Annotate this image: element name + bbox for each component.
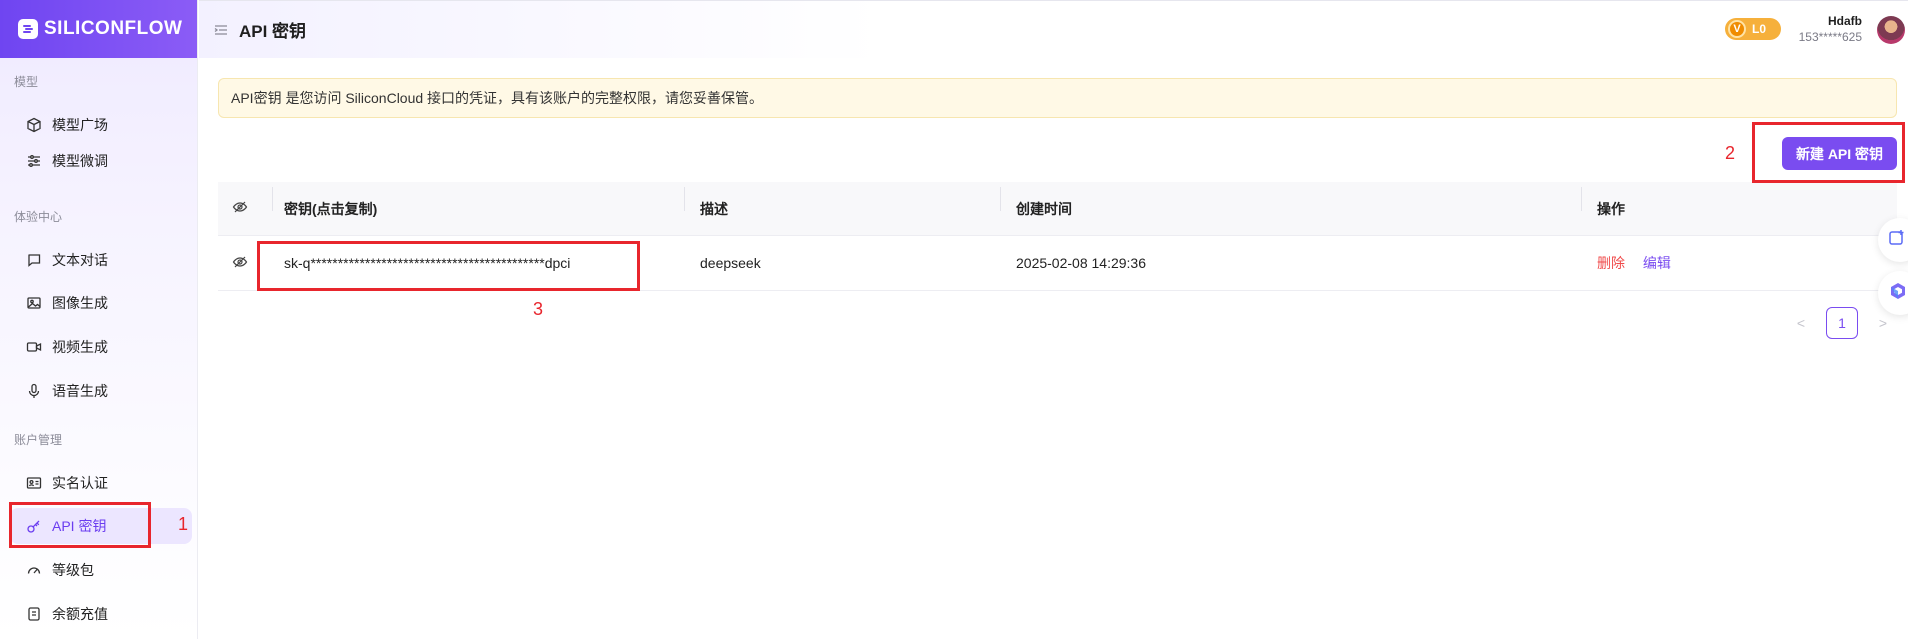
user-name: Hdafb [1828,14,1862,28]
sidebar-item-audio-gen[interactable]: 语音生成 [10,373,192,409]
sidebar-item-label: 实名认证 [52,475,108,491]
section-title-account: 账户管理 [14,433,63,447]
annotation-number-2: 2 [1725,143,1736,163]
sidebar-item-label: 图像生成 [52,295,108,311]
prev-page-button[interactable]: < [1790,315,1812,331]
sliders-icon [26,153,42,169]
annotation-box-3 [257,241,640,291]
sidebar-item-level-pack[interactable]: 等级包 [10,552,192,588]
add-note-icon [1888,229,1906,252]
column-header-created: 创建时间 [1000,186,1581,219]
column-header-description: 描述 [684,186,1000,219]
video-icon [26,339,42,355]
sidebar-item-label: 模型微调 [52,153,108,169]
sidebar-item-image-gen[interactable]: 图像生成 [10,285,192,321]
sidebar-item-text-chat[interactable]: 文本对话 [10,242,192,278]
microphone-icon [26,383,42,399]
delete-link[interactable]: 删除 [1597,255,1625,271]
sidebar-item-label: 文本对话 [52,252,108,268]
sidebar-item-label: 余额充值 [52,606,108,622]
brand-name: SILICONFLOW [44,18,183,39]
page-title: API 密钥 [239,22,307,41]
image-icon [26,295,42,311]
vip-level-icon: V [1728,20,1746,38]
page-number[interactable]: 1 [1826,307,1858,339]
level-label: L0 [1752,22,1767,36]
siliconflow-logo-icon [18,19,38,39]
menu-collapse-icon[interactable] [213,22,229,38]
sidebar-item-video-gen[interactable]: 视频生成 [10,329,192,365]
key-description: deepseek [700,255,761,271]
chat-bubble-icon [26,252,42,268]
sidebar-item-verification[interactable]: 实名认证 [10,465,192,501]
sidebar-item-fine-tune[interactable]: 模型微调 [10,143,192,179]
annotation-box-1 [9,502,151,548]
eye-off-icon [232,199,248,218]
notice-banner: API密钥 是您访问 SiliconCloud 接口的凭证，具有该账户的完整权限… [218,78,1897,118]
assistant-logo-icon [1888,281,1908,306]
id-card-icon [26,475,42,491]
sidebar-item-model-plaza[interactable]: 模型广场 [10,107,192,143]
row-actions: 删除 编辑 [1581,253,1897,273]
gauge-icon [26,562,42,578]
user-phone: 153*****625 [1798,30,1862,44]
table-header: 密钥(点击复制) 描述 创建时间 操作 [218,182,1897,236]
brand-header[interactable]: SILICONFLOW [0,0,197,58]
toggle-all-visibility[interactable] [218,199,284,218]
key-created-at: 2025-02-08 14:29:36 [1016,255,1146,271]
top-header: API 密钥 [199,0,1908,58]
level-badge[interactable]: V L0 [1725,18,1781,40]
eye-off-icon [232,254,248,273]
section-title-playground: 体验中心 [14,210,63,224]
avatar[interactable] [1877,16,1905,44]
column-header-key: 密钥(点击复制) [272,186,684,219]
column-header-actions: 操作 [1581,186,1897,219]
sidebar-item-label: 模型广场 [52,117,108,133]
sidebar-item-label: 视频生成 [52,339,108,355]
annotation-box-2 [1752,122,1905,183]
pagination: < 1 > [1790,307,1894,339]
annotation-number-1: 1 [178,514,189,534]
sidebar-item-label: 语音生成 [52,383,108,399]
edit-link[interactable]: 编辑 [1643,255,1671,271]
next-page-button[interactable]: > [1872,315,1894,331]
section-title-models: 模型 [14,75,39,89]
wallet-icon [26,606,42,622]
user-info[interactable]: Hdafb 153*****625 [1799,14,1862,45]
sidebar-item-label: 等级包 [52,562,94,578]
annotation-number-3: 3 [533,299,544,319]
sidebar-item-recharge[interactable]: 余额充值 [10,596,192,632]
cube-icon [26,117,42,133]
